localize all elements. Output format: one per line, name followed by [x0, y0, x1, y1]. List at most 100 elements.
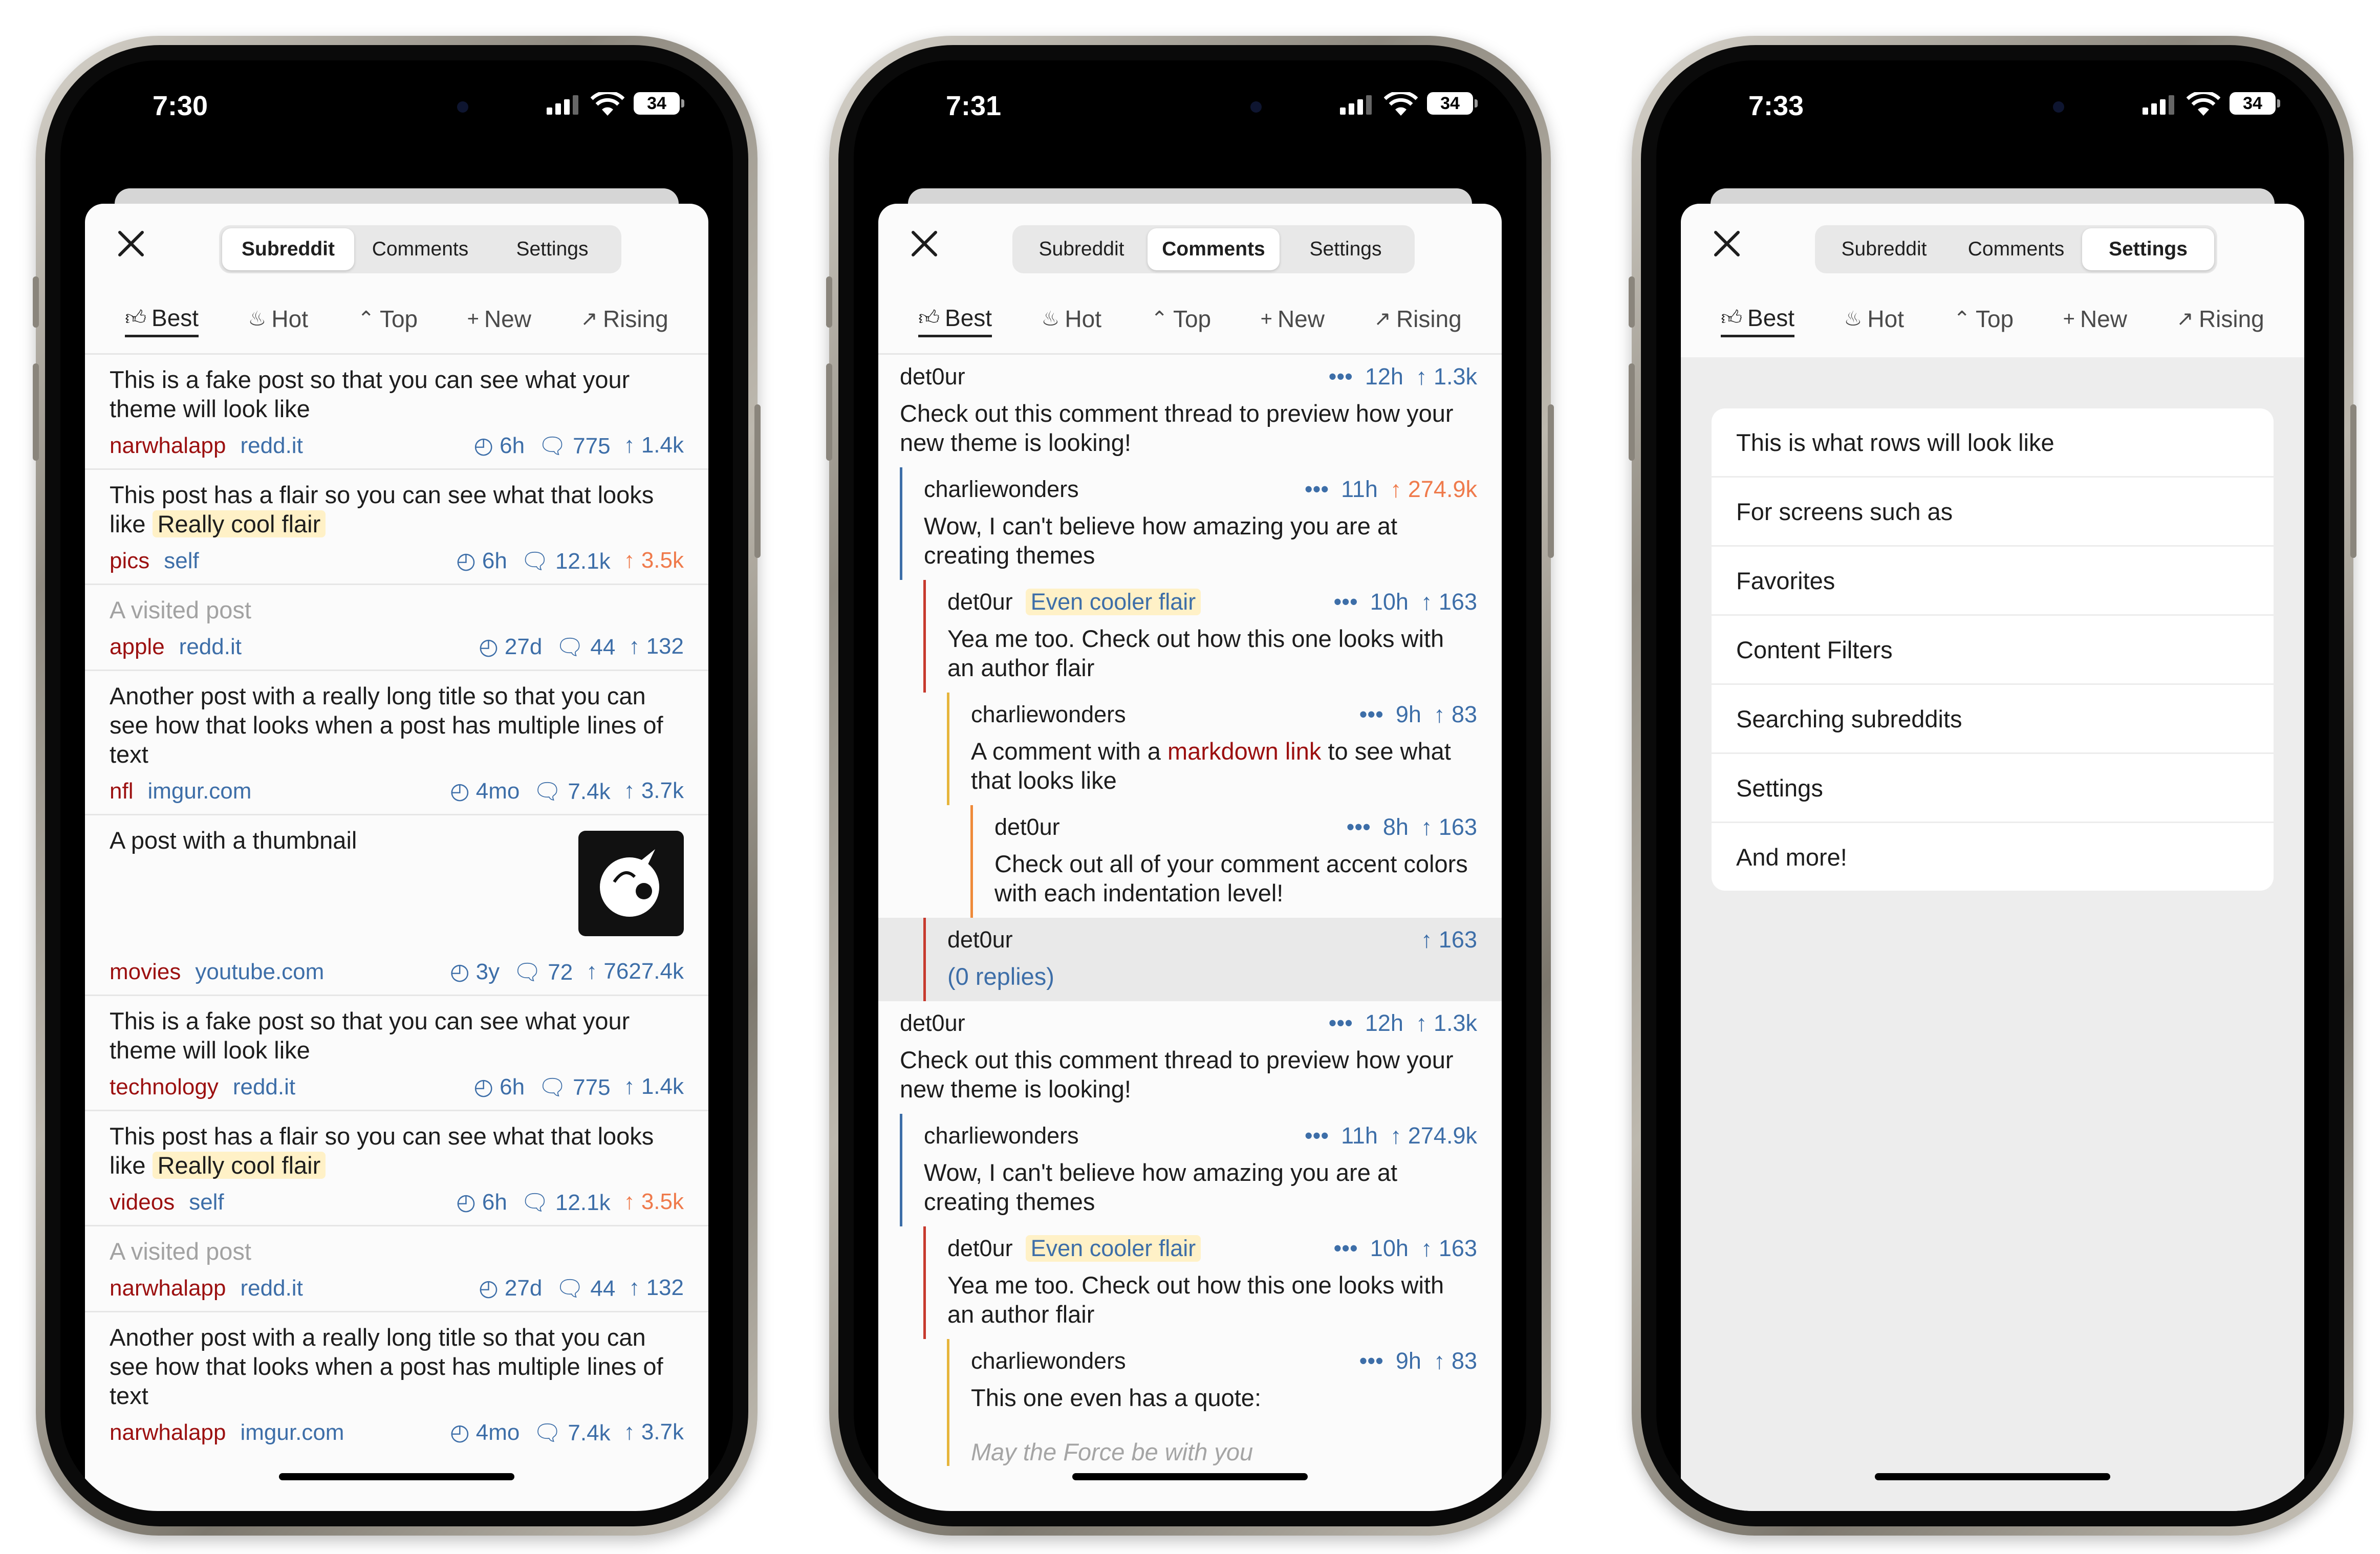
domain-link[interactable]: redd.it: [241, 433, 303, 459]
tab-settings[interactable]: Settings: [1280, 228, 1412, 270]
more-icon[interactable]: •••: [1305, 476, 1329, 503]
subreddit-link[interactable]: narwhalapp: [110, 1276, 226, 1301]
comment[interactable]: det0ur ↑ 163 (0 replies): [923, 918, 1502, 1001]
settings-row[interactable]: And more!: [1712, 822, 2274, 891]
comment-score[interactable]: ↑ 163: [1421, 926, 1477, 953]
post-thumbnail[interactable]: [578, 831, 684, 936]
comment[interactable]: det0ur ••• 12h ↑ 1.3k Check out this comme…: [878, 355, 1502, 467]
domain-link[interactable]: youtube.com: [195, 959, 324, 985]
domain-link[interactable]: redd.it: [241, 1276, 303, 1301]
comment-author[interactable]: charliewonders: [971, 701, 1126, 728]
comment[interactable]: det0ur Even cooler flair ••• 10h ↑ 163 Yea…: [923, 580, 1502, 693]
home-indicator[interactable]: [1875, 1473, 2110, 1480]
domain-link[interactable]: self: [189, 1190, 224, 1215]
comment-score[interactable]: ↑ 163: [1421, 814, 1477, 840]
collapsed-comment-row[interactable]: det0ur ↑ 163 (0 replies): [878, 918, 1502, 1001]
tab-settings[interactable]: Settings: [2082, 228, 2214, 270]
settings-row[interactable]: For screens such as: [1712, 476, 2274, 545]
tab-subreddit[interactable]: Subreddit: [1015, 228, 1148, 270]
sort-hot[interactable]: ♨ Hot: [1844, 301, 1904, 337]
settings-row[interactable]: Settings: [1712, 752, 2274, 822]
comment-score[interactable]: ↑ 1.3k: [1416, 363, 1477, 390]
home-indicator[interactable]: [1072, 1473, 1308, 1480]
comment-author[interactable]: charliewonders: [971, 1348, 1126, 1374]
close-icon[interactable]: [1712, 228, 1742, 259]
comment[interactable]: charliewonders ••• 11h ↑ 274.9k Wow, I can…: [900, 467, 1502, 580]
comment[interactable]: charliewonders ••• 9h ↑ 83 A comment with …: [947, 693, 1502, 805]
comment[interactable]: det0ur Even cooler flair ••• 10h ↑ 163 Yea…: [923, 1226, 1502, 1339]
settings-row[interactable]: Searching subreddits: [1712, 683, 2274, 752]
sort-best[interactable]: 👍︎ Best: [125, 301, 199, 337]
comment-score[interactable]: ↑ 163: [1421, 589, 1477, 615]
tab-settings[interactable]: Settings: [486, 228, 618, 270]
sort-new[interactable]: + New: [467, 301, 531, 337]
score[interactable]: ↑ 132: [629, 634, 684, 660]
sort-rising[interactable]: ↗ Rising: [1374, 301, 1461, 337]
more-icon[interactable]: •••: [1359, 701, 1383, 728]
more-icon[interactable]: •••: [1347, 814, 1371, 840]
domain-link[interactable]: imgur.com: [147, 779, 251, 804]
subreddit-link[interactable]: apple: [110, 634, 165, 660]
subreddit-link[interactable]: movies: [110, 959, 181, 985]
more-icon[interactable]: •••: [1334, 589, 1358, 615]
sort-best[interactable]: 👍︎ Best: [918, 301, 992, 337]
score[interactable]: ↑ 3.5k: [624, 1189, 684, 1216]
post-item[interactable]: This post has a flair so you can see wha…: [85, 468, 708, 584]
post-item[interactable]: A post with a thumbnail movies youtube.co…: [85, 814, 708, 995]
domain-link[interactable]: redd.it: [233, 1074, 295, 1100]
comment-author[interactable]: det0ur: [947, 589, 1013, 615]
sort-best[interactable]: 👍︎ Best: [1721, 301, 1795, 337]
sort-hot[interactable]: ♨ Hot: [248, 301, 308, 337]
subreddit-link[interactable]: narwhalapp: [110, 433, 226, 459]
subreddit-link[interactable]: pics: [110, 548, 149, 574]
markdown-link[interactable]: markdown link: [1167, 738, 1321, 765]
tab-comments[interactable]: Comments: [1950, 228, 2082, 270]
more-icon[interactable]: •••: [1329, 1010, 1353, 1037]
domain-link[interactable]: redd.it: [179, 634, 242, 660]
subreddit-link[interactable]: videos: [110, 1190, 175, 1215]
comment-score[interactable]: ↑ 274.9k: [1390, 476, 1477, 503]
comment-author[interactable]: charliewonders: [924, 476, 1079, 503]
subreddit-link[interactable]: nfl: [110, 779, 133, 804]
replies-count[interactable]: (0 replies): [947, 962, 1477, 1001]
post-item[interactable]: Another post with a really long title so…: [85, 670, 708, 814]
comment-author[interactable]: det0ur: [947, 1235, 1013, 1262]
score[interactable]: ↑ 132: [629, 1275, 684, 1302]
score[interactable]: ↑ 7627.4k: [586, 959, 684, 985]
comment[interactable]: charliewonders ••• 9h ↑ 83 This one even h…: [947, 1339, 1502, 1466]
home-indicator[interactable]: [279, 1473, 514, 1480]
tab-subreddit[interactable]: Subreddit: [1818, 228, 1950, 270]
comment-author[interactable]: det0ur: [900, 363, 965, 390]
comment[interactable]: charliewonders ••• 11h ↑ 274.9k Wow, I can…: [900, 1114, 1502, 1226]
sort-top[interactable]: ⌃ Top: [1151, 301, 1211, 337]
comment-author[interactable]: charliewonders: [924, 1123, 1079, 1149]
settings-row[interactable]: Favorites: [1712, 545, 2274, 614]
comment-author[interactable]: det0ur: [947, 926, 1013, 953]
sort-hot[interactable]: ♨ Hot: [1042, 301, 1101, 337]
comment-score[interactable]: ↑ 163: [1421, 1235, 1477, 1262]
comment-score[interactable]: ↑ 1.3k: [1416, 1010, 1477, 1037]
sort-top[interactable]: ⌃ Top: [357, 301, 418, 337]
post-item[interactable]: A visited post apple redd.it ◴ 27d 🗨︎ 44 ↑ …: [85, 584, 708, 670]
settings-row[interactable]: Content Filters: [1712, 614, 2274, 683]
comment-score[interactable]: ↑ 83: [1434, 701, 1477, 728]
comment-score[interactable]: ↑ 274.9k: [1390, 1123, 1477, 1149]
subreddit-link[interactable]: narwhalapp: [110, 1420, 226, 1445]
settings-row[interactable]: This is what rows will look like: [1712, 408, 2274, 476]
post-item[interactable]: This is a fake post so that you can see …: [85, 995, 708, 1110]
score[interactable]: ↑ 1.4k: [624, 1074, 684, 1100]
close-icon[interactable]: [116, 228, 146, 259]
comment-score[interactable]: ↑ 83: [1434, 1348, 1477, 1374]
score[interactable]: ↑ 1.4k: [624, 433, 684, 459]
sort-new[interactable]: + New: [2063, 301, 2127, 337]
tab-comments[interactable]: Comments: [1148, 228, 1280, 270]
score[interactable]: ↑ 3.5k: [624, 548, 684, 574]
comment-author[interactable]: det0ur: [900, 1010, 965, 1037]
close-icon[interactable]: [909, 228, 940, 259]
comment[interactable]: det0ur ••• 8h ↑ 163 Check out all of your …: [970, 805, 1502, 918]
comment[interactable]: det0ur ••• 12h ↑ 1.3k Check out this comme…: [878, 1001, 1502, 1114]
more-icon[interactable]: •••: [1329, 363, 1353, 390]
sort-rising[interactable]: ↗ Rising: [2176, 301, 2264, 337]
subreddit-link[interactable]: technology: [110, 1074, 219, 1100]
sort-top[interactable]: ⌃ Top: [1953, 301, 2014, 337]
